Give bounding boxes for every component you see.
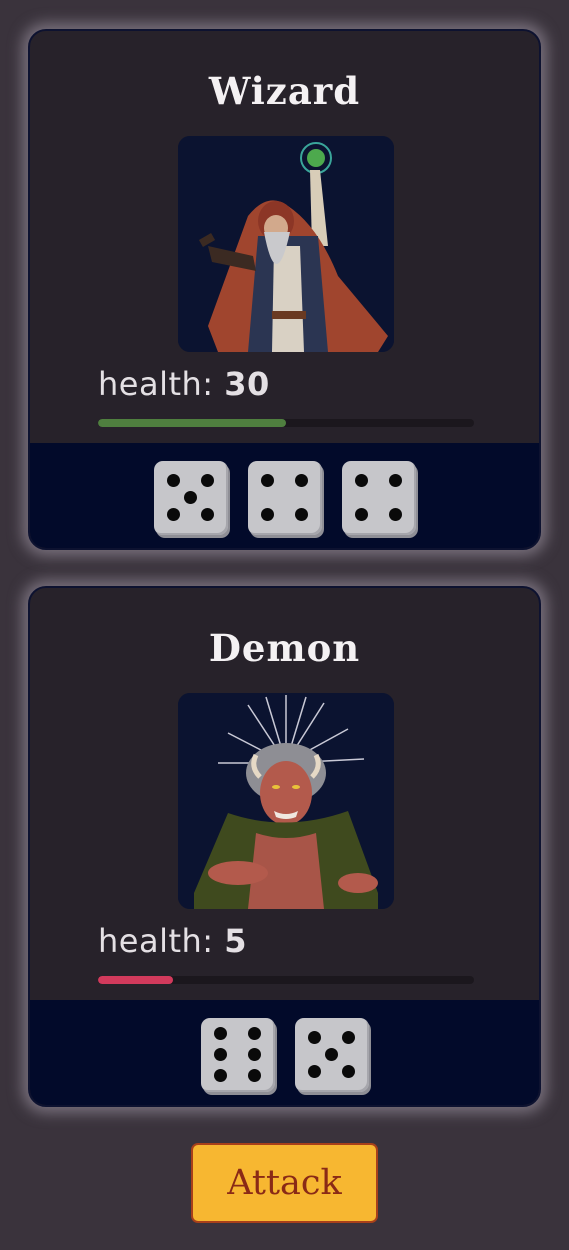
health-value: 5 (224, 922, 248, 960)
die-pip (213, 1027, 227, 1041)
die-pip (342, 1065, 356, 1079)
die-4 (341, 460, 416, 535)
health-value: 30 (224, 365, 270, 403)
die-pip (295, 508, 309, 522)
die-pip (354, 473, 368, 487)
dice-tray (30, 443, 539, 548)
health-label: health: (98, 922, 214, 960)
health-bar-fill (98, 976, 174, 984)
demon-card: Demon health: 5 (28, 586, 541, 1107)
character-name: Demon (208, 626, 361, 670)
health-label: health: (98, 365, 214, 403)
die-pip (213, 1068, 227, 1082)
attack-button[interactable]: Attack (191, 1143, 378, 1223)
die-pip (354, 508, 368, 522)
health-bar (98, 976, 474, 984)
die-pip (260, 508, 274, 522)
die-pip (307, 1030, 321, 1044)
die-pip (166, 473, 180, 487)
health-bar-fill (98, 419, 286, 427)
die-pip (342, 1030, 356, 1044)
die-pip (389, 473, 403, 487)
wizard-card: Wizard health: 30 (28, 29, 541, 550)
die-pip (201, 508, 215, 522)
die-pip (184, 491, 197, 504)
die-pip (325, 1048, 338, 1061)
die-4 (247, 460, 322, 535)
die-pip (248, 1068, 262, 1082)
wizard-portrait (178, 136, 394, 352)
die-pip (389, 508, 403, 522)
die-pip (213, 1048, 227, 1061)
die-6 (200, 1017, 275, 1092)
character-name: Wizard (208, 69, 361, 113)
health-readout: health: 30 (98, 365, 270, 403)
die-pip (166, 508, 180, 522)
die-5 (294, 1017, 369, 1092)
health-readout: health: 5 (98, 922, 247, 960)
die-pip (248, 1027, 262, 1041)
dice-tray (30, 1000, 539, 1105)
demon-portrait (178, 693, 394, 909)
die-pip (248, 1048, 262, 1061)
die-pip (295, 473, 309, 487)
die-pip (307, 1065, 321, 1079)
die-pip (260, 473, 274, 487)
die-5 (153, 460, 228, 535)
die-pip (201, 473, 215, 487)
health-bar (98, 419, 474, 427)
